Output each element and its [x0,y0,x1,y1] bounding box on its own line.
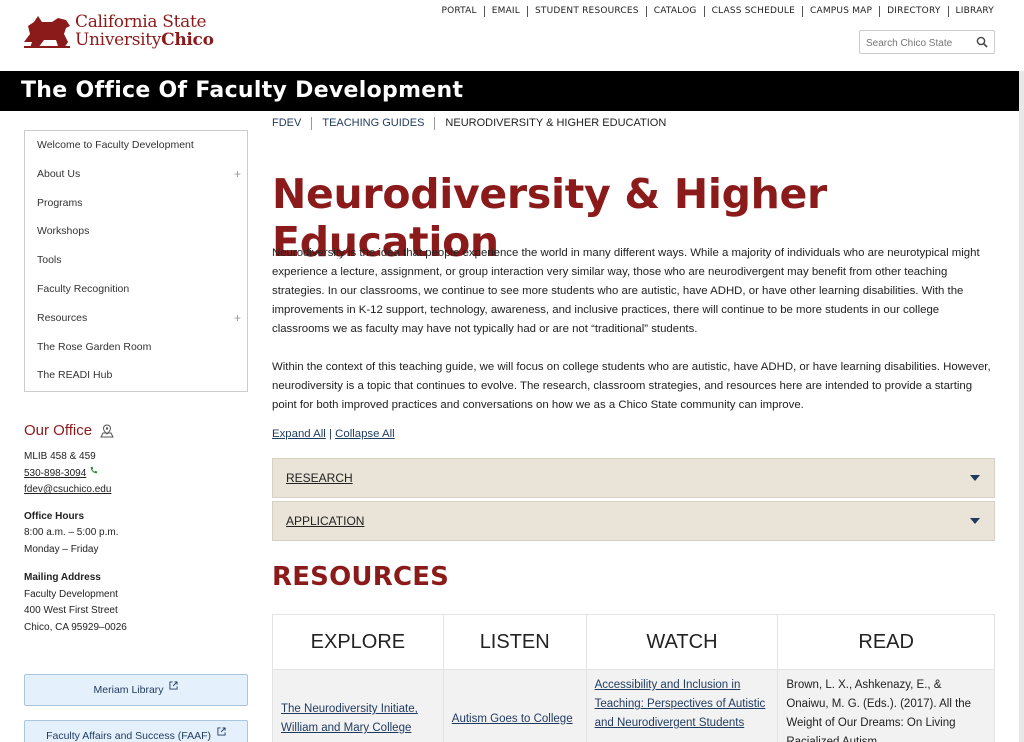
external-link-icon [169,681,179,690]
mailing-address-line-1: Faculty Development [24,588,118,600]
util-link-email[interactable]: EMAIL [483,6,527,17]
column-header-listen: LISTEN [442,614,587,670]
intro-paragraph: Neurodiversity is the idea that people e… [272,247,980,335]
neurodiversity-initiative-link[interactable]: The Neurodiversity Initiate, William and… [281,703,418,734]
sidebar-item-label: Workshops [37,225,90,238]
mailing-address-line-2: 400 West First Street [24,605,118,616]
table-cell-read: Brown, L. X., Ashkenazy, E., & Onaiwu, M… [777,669,995,742]
util-link-portal[interactable]: PORTAL [434,6,483,17]
office-info: Our Office MLIB 458 & 459 530-898-3094 f… [24,422,248,636]
csu-chico-logo[interactable]: California State UniversityChico [22,10,214,54]
department-title[interactable]: The Office Of Faculty Development [21,78,463,103]
sidebar-item-programs[interactable]: Programs [25,189,247,218]
util-link-directory[interactable]: DIRECTORY [879,6,947,17]
faculty-affairs-button[interactable]: Faculty Affairs and Success (FAAF) [24,720,248,742]
expand-all-link[interactable]: Expand All [272,428,326,440]
sidebar-item-label: Tools [37,254,62,267]
department-banner: The Office Of Faculty Development [0,71,1019,111]
sidebar-item-about-us[interactable]: About Us + [25,160,247,189]
sidebar-item-readi-hub[interactable]: The READI Hub [25,361,247,390]
mailing-address-label: Mailing Address [24,572,101,583]
logo-line-1: California State [75,12,207,32]
meriam-library-button[interactable]: Meriam Library [24,674,248,706]
sidebar-item-faculty-recognition[interactable]: Faculty Recognition [25,275,247,304]
site-header: California State UniversityChico PORTAL … [0,0,1024,71]
sidebar-nav: Welcome to Faculty Development About Us +… [24,130,248,392]
util-link-catalog[interactable]: CATALOG [645,6,704,17]
office-hours-label: Office Hours [24,510,85,522]
wildcat-logo-icon [24,16,70,48]
sidebar-item-workshops[interactable]: Workshops [25,217,247,246]
table-cell-listen: Autism Goes to College [442,669,587,742]
sidebar-item-label: The READI Hub [37,369,113,382]
breadcrumb-fdev[interactable]: FDEV [272,117,311,130]
sidebar-item-rose-garden-room[interactable]: The Rose Garden Room [25,333,247,362]
sidebar-item-tools[interactable]: Tools [25,246,247,275]
table-header-row: EXPLORE LISTEN WATCH READ [272,614,995,670]
accordion-label: RESEARCH [286,471,353,485]
column-header-explore: EXPLORE [272,614,444,670]
sidebar-item-label: Welcome to Faculty Development [37,139,194,151]
table-row: The Neurodiversity Initiate, William and… [272,669,995,742]
autism-goes-to-college-link[interactable]: Autism Goes to College [452,713,573,725]
collapse-all-link[interactable]: Collapse All [335,428,395,440]
sidebar-item-label: Resources [37,311,88,324]
phone-icon [90,466,98,473]
sidebar-item-label: Programs [37,196,83,209]
office-phone-link[interactable]: 530-898-3094 [24,468,86,479]
utility-nav: PORTAL EMAIL STUDENT RESOURCES CATALOG C… [434,6,994,17]
mailing-address-line-3: Chico, CA 95929–0026 [24,621,127,633]
util-link-student-resources[interactable]: STUDENT RESOURCES [527,6,646,17]
column-header-watch: WATCH [585,614,779,670]
context-paragraph: Within the context of this teaching guid… [272,361,991,411]
map-pin-icon[interactable] [100,423,114,438]
column-header-read: READ [777,614,995,670]
expand-plus-icon[interactable]: + [234,160,241,189]
caret-down-icon [970,518,980,524]
caret-down-icon [970,475,980,481]
office-email-link[interactable]: fdev@csuchico.edu [24,482,248,499]
accordion-research[interactable]: RESEARCH [272,458,995,498]
expand-collapse-controls: Expand All | Collapse All [272,428,395,440]
search-box [859,30,995,55]
office-hours-time: 8:00 a.m. – 5:00 p.m. [24,527,119,538]
accordion-application[interactable]: APPLICATION [272,501,995,541]
accessibility-inclusion-video-link[interactable]: Accessibility and Inclusion in Teaching:… [595,679,766,729]
office-title: Our Office [24,422,248,439]
sidebar-item-label: Faculty Recognition [37,282,130,295]
breadcrumb-current: NEURODIVERSITY & HIGHER EDUCATION [434,117,676,130]
util-link-class-schedule[interactable]: CLASS SCHEDULE [703,6,802,17]
button-label: Meriam Library [93,684,164,696]
office-location: MLIB 458 & 459 [24,451,96,462]
table-cell-watch: Accessibility and Inclusion in Teaching:… [585,669,779,742]
external-link-icon [217,727,226,736]
resources-table: EXPLORE LISTEN WATCH READ The Neurodiver… [272,614,995,742]
table-cell-explore: The Neurodiversity Initiate, William and… [272,669,444,742]
util-link-library[interactable]: LIBRARY [947,6,994,17]
link-separator: | [329,428,332,440]
button-label: Faculty Affairs and Success (FAAF) [46,730,212,742]
sidebar-item-welcome[interactable]: Welcome to Faculty Development [25,131,247,160]
util-link-campus-map[interactable]: CAMPUS MAP [802,6,879,17]
logo-line-2: UniversityChico [75,30,214,50]
sidebar-item-resources[interactable]: Resources + [25,304,247,333]
breadcrumb: FDEV TEACHING GUIDES NEURODIVERSITY & HI… [272,117,676,130]
expand-plus-icon[interactable]: + [234,304,241,333]
breadcrumb-teaching-guides[interactable]: TEACHING GUIDES [311,117,434,130]
resources-heading: RESOURCES [272,562,450,592]
sidebar-item-label: About Us [37,167,81,180]
search-input[interactable] [860,32,970,55]
office-hours-days: Monday – Friday [24,543,99,555]
sidebar-item-label: The Rose Garden Room [37,340,152,353]
accordion-label: APPLICATION [286,514,365,528]
search-icon[interactable] [976,36,988,48]
